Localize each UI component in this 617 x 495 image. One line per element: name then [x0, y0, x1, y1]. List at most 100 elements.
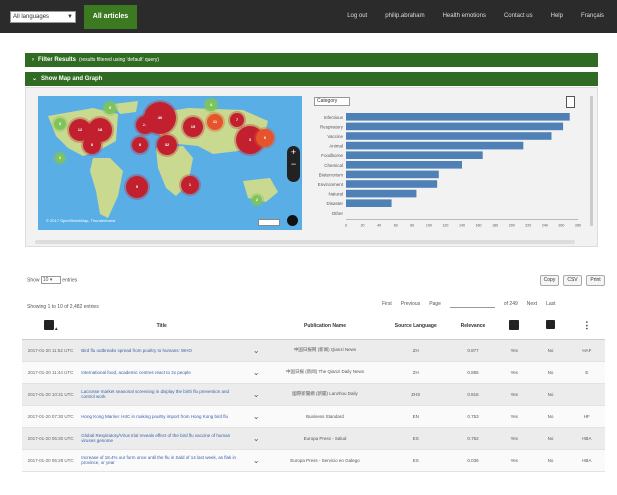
title-link[interactable]: Increase of 18.4% our form once until th… [79, 449, 245, 472]
date-column-header[interactable]: ▴ [22, 313, 80, 340]
bar-mark[interactable] [346, 199, 392, 207]
vertical-scrollbar[interactable] [590, 96, 593, 226]
bar-mark[interactable] [346, 122, 564, 131]
chart-category-select[interactable]: Category [314, 97, 350, 106]
map-cluster-marker[interactable]: 8 [132, 137, 148, 153]
chevron-down-icon[interactable]: ⌄ [253, 412, 260, 421]
map-cluster-marker[interactable]: 15 [183, 117, 203, 137]
x-tick-label: 220 [525, 224, 531, 228]
bar-category-label: Foodborne [321, 153, 343, 158]
show-map-bar[interactable]: ⌄ Show Map and Graph [25, 72, 598, 86]
zoom-control[interactable]: + − [287, 146, 300, 182]
tag-cell: HBA [568, 427, 605, 450]
language-select[interactable]: All languages ▼ [10, 11, 76, 23]
tag-column-header[interactable]: ⋮ [568, 313, 605, 340]
map-cluster-marker[interactable]: 9 [126, 176, 148, 198]
bar-mark[interactable] [346, 151, 483, 159]
tag-cell: HBA [568, 449, 605, 472]
globe-icon[interactable] [287, 215, 298, 226]
map-cluster-marker[interactable]: 3 [54, 118, 66, 130]
copy-button[interactable]: Copy [540, 275, 559, 286]
next-page-button[interactable]: Next [527, 301, 537, 307]
map-cluster-marker[interactable]: 6 [256, 129, 274, 147]
map-cluster-marker[interactable]: 40 [144, 102, 176, 134]
relevance-cell: 0.816 [449, 383, 497, 406]
expand-cell[interactable]: ⌄ [244, 361, 269, 384]
zoom-in-icon[interactable]: + [287, 146, 300, 158]
bar-category-label: Bioterrorism [319, 172, 344, 177]
expand-cell[interactable]: ⌄ [244, 427, 269, 450]
map-cluster-marker[interactable]: 1 [181, 176, 199, 194]
title-link[interactable]: Lacrosse market seasonal screening in di… [79, 383, 245, 406]
title-column-header[interactable]: Title [79, 313, 245, 340]
bar-mark[interactable] [346, 170, 439, 179]
expand-cell[interactable]: ⌄ [244, 405, 269, 428]
table-row[interactable]: 2017-01-20 11:52 UTC Bird flu outbreaks s… [22, 339, 605, 362]
map-cluster-marker[interactable]: 11 [207, 114, 223, 130]
nav-link-logout[interactable]: Log out [338, 0, 376, 33]
chevron-down-icon[interactable]: ⌄ [253, 368, 260, 377]
first-page-button[interactable]: First [382, 301, 392, 307]
chevron-down-icon: ⌄ [32, 76, 38, 82]
nav-link-user[interactable]: philip.abraham [376, 0, 433, 33]
map-cluster-marker[interactable]: 7 [230, 113, 244, 127]
filter-results-bar[interactable]: › Filter Results (results filtered using '… [25, 53, 598, 67]
map-cluster-marker[interactable]: 2 [55, 153, 65, 163]
table-row[interactable]: 2017-01-20 05:28 UTC Increase of 18.4% ou… [22, 449, 605, 472]
expand-cell[interactable]: ⌄ [244, 449, 269, 472]
print-button[interactable]: Print [586, 275, 605, 286]
expand-cell[interactable]: ⌄ [244, 383, 269, 406]
chevron-down-icon[interactable]: ⌄ [253, 456, 260, 465]
bar-mark[interactable] [346, 189, 417, 198]
title-link[interactable]: Global Respiratory/Virus trial reveals e… [79, 427, 245, 450]
bar-mark[interactable] [346, 180, 438, 188]
nav-link-contact[interactable]: Contact us [495, 0, 542, 33]
title-link[interactable]: Hong Kong Marine: H4C in making poultry … [79, 405, 245, 428]
title-link[interactable]: Bird flu outbreaks spread from poultry t… [79, 339, 245, 362]
csv-button[interactable]: CSV [563, 275, 582, 286]
relevance-column-header[interactable]: Relevance [449, 313, 497, 340]
table-row[interactable]: 2017-01-20 11:44 UTC International food, … [22, 361, 605, 384]
table-row[interactable]: 2017-01-20 07:30 UTC Hong Kong Marine: H4… [22, 405, 605, 428]
table-row[interactable]: 2017-01-20 10:31 UTC Lacrosse market seas… [22, 383, 605, 406]
x-tick-label: 160 [476, 224, 482, 228]
bar-mark[interactable] [346, 132, 552, 140]
duplicate-column-header[interactable] [532, 313, 569, 340]
export-icon[interactable] [566, 96, 575, 108]
nav-link-help[interactable]: Help [542, 0, 572, 33]
map-cluster-marker[interactable]: 4 [205, 99, 217, 111]
x-tick-label: 20 [361, 224, 365, 228]
bar-mark[interactable] [346, 161, 462, 169]
map-cluster-marker[interactable]: 5 [104, 102, 116, 114]
all-articles-tab[interactable]: All articles [84, 5, 137, 29]
flag-cell: Yes [496, 361, 533, 384]
chevron-down-icon[interactable]: ⌄ [253, 434, 260, 443]
expand-cell[interactable]: ⌄ [244, 339, 269, 362]
page-input[interactable] [449, 300, 495, 308]
entries-select[interactable]: 10 ▾ [40, 276, 61, 284]
publication-column-header[interactable]: Publication Name [268, 313, 382, 340]
chevron-down-icon[interactable]: ⌄ [253, 346, 260, 355]
date-cell: 2017-01-20 11:52 UTC [22, 339, 80, 362]
chevron-down-icon[interactable]: ⌄ [253, 390, 260, 399]
zoom-out-icon[interactable]: − [287, 158, 300, 170]
previous-page-button[interactable]: Previous [401, 301, 420, 307]
nav-link-francais[interactable]: Français [572, 0, 613, 33]
relevance-cell: 0.753 [449, 405, 497, 428]
flag-column-header[interactable] [496, 313, 533, 340]
last-page-button[interactable]: Last [546, 301, 555, 307]
nav-link-health-emotions[interactable]: Health emotions [434, 0, 495, 33]
table-row[interactable]: 2017-01-20 05:30 UTC Global Respiratory/V… [22, 427, 605, 450]
x-tick-label: 200 [509, 224, 515, 228]
title-link[interactable]: International food, academic centres rea… [79, 361, 245, 384]
horizontal-scrollbar[interactable] [35, 240, 575, 244]
bar-category-label: Disaster [326, 201, 343, 206]
language-column-header[interactable]: Source Language [381, 313, 450, 340]
entries-label: entries [62, 277, 78, 284]
bar-mark[interactable] [346, 113, 570, 121]
map-cluster-marker[interactable]: 18 [88, 118, 112, 142]
map-cluster-marker[interactable]: 32 [157, 135, 177, 155]
bar-mark[interactable] [346, 141, 524, 150]
articles-table: ▴ Title Publication Name Source Language… [22, 313, 605, 472]
map-cluster-marker[interactable]: 2 [252, 195, 262, 205]
